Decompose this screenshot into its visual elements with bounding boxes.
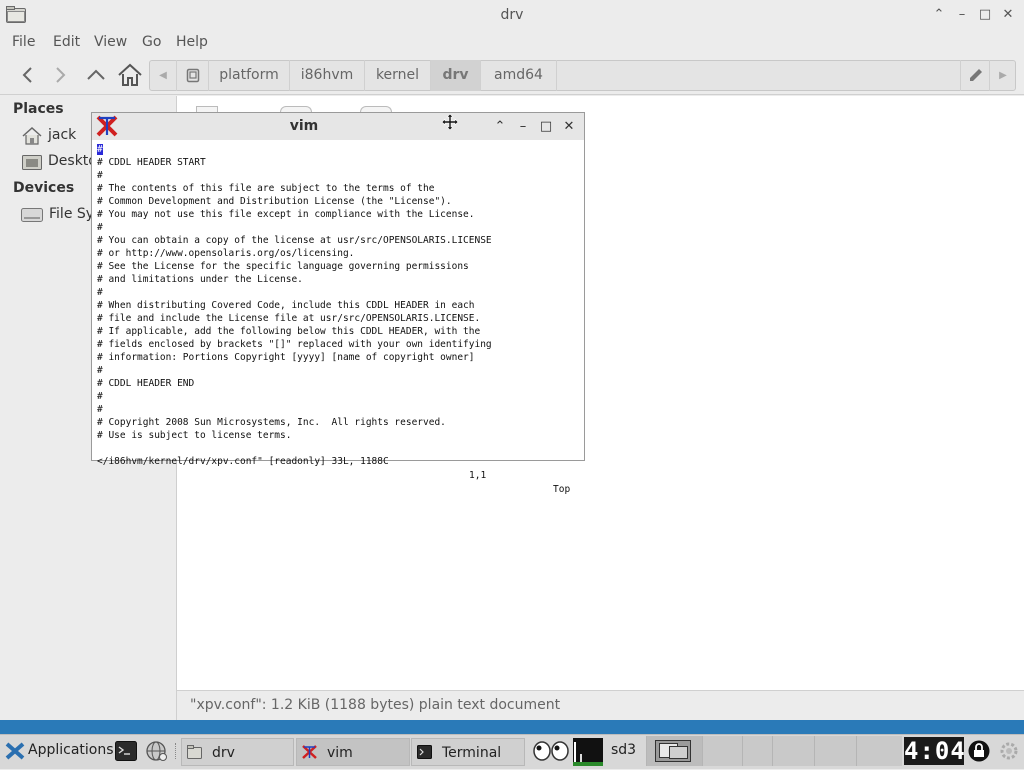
back-arrow-icon xyxy=(22,67,32,83)
workspace-3[interactable] xyxy=(742,736,772,766)
web-browser-icon[interactable] xyxy=(145,740,169,762)
drive-icon xyxy=(21,208,43,222)
vim-status-scroll: Top xyxy=(553,484,571,495)
workspace-label: sd3 xyxy=(611,742,637,758)
breadcrumb-platform[interactable]: platform xyxy=(209,60,290,91)
edit-path-icon[interactable] xyxy=(960,60,989,91)
vim-cursor: # xyxy=(97,144,103,155)
menu-file[interactable]: File xyxy=(12,30,35,54)
menu-go[interactable]: Go xyxy=(142,30,161,54)
applications-label: Applications xyxy=(28,742,114,758)
status-text: "xpv.conf": 1.2 KiB (1188 bytes) plain t… xyxy=(190,697,561,713)
window-maximize-up-icon[interactable]: ⌃ xyxy=(929,5,949,25)
breadcrumb-drv[interactable]: drv xyxy=(431,60,481,91)
menu-edit[interactable]: Edit xyxy=(53,30,80,54)
panel-accent-bar xyxy=(0,720,1024,734)
sidebar-item-label: File Sy xyxy=(49,206,95,222)
folder-icon xyxy=(187,745,202,759)
maximize-button[interactable]: □ xyxy=(975,5,995,25)
task-label: Terminal xyxy=(442,745,502,761)
xfce-logo-icon xyxy=(5,742,25,760)
workspace-2[interactable] xyxy=(702,736,742,766)
window-thumbnail-icon xyxy=(655,740,691,762)
workspace-1[interactable] xyxy=(646,736,702,766)
lock-screen-icon[interactable] xyxy=(968,740,990,762)
clock[interactable]: 4:04 xyxy=(904,737,965,765)
minimize-button[interactable]: – xyxy=(952,5,972,25)
back-button[interactable] xyxy=(14,62,42,88)
move-cursor-icon xyxy=(441,113,459,131)
menu-view[interactable]: View xyxy=(94,30,127,54)
vim-editor-text[interactable]: # # CDDL HEADER START # # The contents o… xyxy=(97,143,581,443)
workspace-4[interactable] xyxy=(772,736,814,766)
home-icon xyxy=(118,63,142,86)
home-button[interactable] xyxy=(116,62,144,88)
sidebar-item-label: Deskto xyxy=(48,153,97,169)
workspace-6[interactable] xyxy=(856,736,902,766)
root-drive-icon[interactable] xyxy=(177,60,209,91)
task-terminal[interactable]: Terminal xyxy=(411,738,525,766)
path-scroll-right-icon[interactable]: ▶ xyxy=(989,60,1016,91)
forward-button[interactable] xyxy=(46,62,74,88)
vim-status-position: 1,1 xyxy=(469,470,487,481)
vim-status-line: </i86hvm/kernel/drv/xpv.conf" [readonly]… xyxy=(97,441,581,495)
up-arrow-icon xyxy=(87,69,105,80)
task-label: drv xyxy=(212,745,235,761)
up-button[interactable] xyxy=(82,62,110,88)
workspace-5[interactable] xyxy=(814,736,856,766)
xeyes-icon[interactable] xyxy=(533,741,571,761)
home-icon xyxy=(22,127,42,145)
window-title: drv xyxy=(500,7,524,23)
taskbar-separator xyxy=(175,743,180,759)
forward-arrow-icon xyxy=(56,67,66,83)
close-button[interactable]: ✕ xyxy=(998,5,1018,25)
sidebar-item-label: jack xyxy=(48,127,77,143)
breadcrumb-kernel[interactable]: kernel xyxy=(365,60,431,91)
task-drv[interactable]: drv xyxy=(181,738,294,766)
vim-minimize-button[interactable]: – xyxy=(513,117,533,137)
menu-help[interactable]: Help xyxy=(176,30,208,54)
breadcrumb-i86hvm[interactable]: i86hvm xyxy=(290,60,365,91)
sidebar-heading-devices: Devices xyxy=(13,180,75,196)
settings-gear-icon[interactable] xyxy=(998,740,1020,762)
task-label: vim xyxy=(327,745,353,761)
vim-status-file: </i86hvm/kernel/drv/xpv.conf" [readonly]… xyxy=(97,456,389,467)
sidebar-heading-places: Places xyxy=(13,101,64,117)
cpu-graph-icon xyxy=(573,738,603,766)
breadcrumb-amd64[interactable]: amd64 xyxy=(481,60,557,91)
applications-menu-button[interactable]: Applications xyxy=(3,737,114,765)
vim-shade-button[interactable]: ⌃ xyxy=(490,117,510,137)
task-vim[interactable]: vim xyxy=(296,738,410,766)
desktop-folder-icon xyxy=(22,155,42,170)
vim-close-button[interactable]: ✕ xyxy=(559,117,579,137)
terminal-icon xyxy=(417,745,432,759)
xterm-icon xyxy=(302,745,317,759)
terminal-launcher-icon[interactable] xyxy=(115,741,137,761)
vim-maximize-button[interactable]: □ xyxy=(536,117,556,137)
path-scroll-left-icon[interactable]: ◀ xyxy=(150,60,177,91)
vim-buffer-lines: # CDDL HEADER START # # The contents of … xyxy=(97,157,492,441)
